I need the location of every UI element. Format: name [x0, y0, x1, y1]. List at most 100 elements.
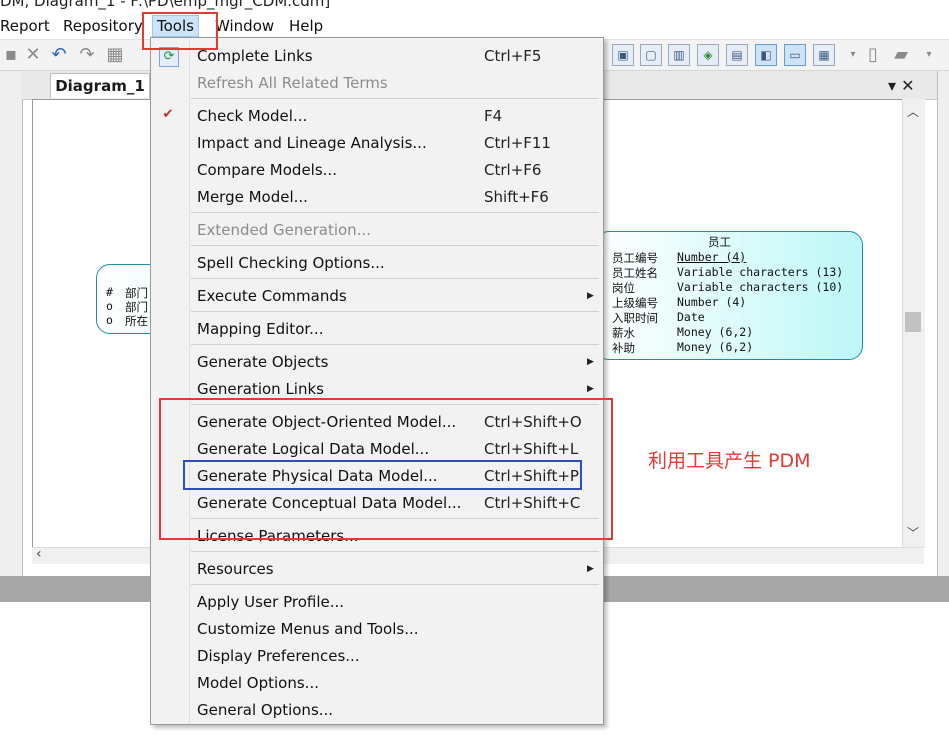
menu-item-display-preferences[interactable]: Display Preferences...: [197, 646, 360, 666]
paste-icon[interactable]: ▦: [104, 44, 126, 66]
shortcut-generate-cdm: Ctrl+Shift+C: [484, 494, 581, 512]
entity-attr-type: Money (6,2): [677, 325, 754, 339]
entity-attr-marker: #: [106, 285, 113, 299]
annotation-text: 利用工具产生 PDM: [648, 450, 811, 472]
entity-attr-name: 薪水: [612, 326, 635, 340]
shortcut-compare-models: Ctrl+F6: [484, 161, 542, 179]
left-dock-panel: [0, 71, 23, 576]
tab-diagram-1[interactable]: Diagram_1: [50, 73, 150, 98]
menu-separator: [191, 98, 599, 99]
submenu-arrow-icon: ▶: [587, 384, 594, 394]
entity-attr-type: Number (4): [677, 295, 747, 309]
menu-item-model-options[interactable]: Model Options...: [197, 673, 319, 693]
toolbar-overflow-icon[interactable]: ▾: [842, 44, 864, 66]
vertical-scroll-thumb[interactable]: [905, 312, 921, 332]
menu-item-generate-ldm[interactable]: Generate Logical Data Model...: [197, 439, 429, 459]
submenu-arrow-icon: ▶: [587, 357, 594, 367]
pages-icon[interactable]: ▥: [668, 44, 690, 66]
menu-tools[interactable]: Tools: [152, 15, 199, 37]
menu-item-generation-links[interactable]: Generation Links: [197, 379, 324, 399]
menu-item-merge-model[interactable]: Merge Model...: [197, 187, 308, 207]
menu-item-general-options[interactable]: General Options...: [197, 700, 333, 720]
menubar: Report Repository Tools Window Help: [0, 13, 949, 40]
menu-item-execute-commands[interactable]: Execute Commands: [197, 286, 347, 306]
menu-item-check-model[interactable]: Check Model...: [197, 106, 307, 126]
zoom-box-icon[interactable]: ▤: [726, 44, 748, 66]
menu-separator: [191, 212, 599, 213]
menu-item-generate-objects[interactable]: Generate Objects: [197, 352, 329, 372]
shortcut-check-model: F4: [484, 107, 503, 125]
submenu-arrow-icon: ▶: [587, 564, 594, 574]
right-dock-panel: [937, 71, 949, 576]
view-icon-active[interactable]: ◧: [755, 44, 777, 66]
menu-item-mapping-editor[interactable]: Mapping Editor...: [197, 319, 323, 339]
scroll-up-icon[interactable]: ︿: [902, 103, 924, 120]
submenu-arrow-icon: ▶: [587, 291, 594, 301]
shortcut-impact-analysis: Ctrl+F11: [484, 134, 551, 152]
entity-employee[interactable]: 员工 员工编号 Number (4) 员工姓名 Variable charact…: [595, 231, 863, 360]
table-icon[interactable]: ▦: [813, 44, 835, 66]
undo-icon[interactable]: ↶: [48, 44, 70, 66]
scroll-down-icon[interactable]: ﹀: [902, 524, 924, 541]
complete-links-icon: ⟳: [159, 47, 179, 67]
menu-item-generate-cdm[interactable]: Generate Conceptual Data Model...: [197, 493, 461, 513]
menu-separator: [191, 518, 599, 519]
menu-separator: [191, 278, 599, 279]
print-icon[interactable]: ▰: [890, 44, 912, 66]
menu-separator: [191, 344, 599, 345]
print-preview-icon[interactable]: ▯: [862, 44, 884, 66]
note-icon[interactable]: ▭: [784, 44, 806, 66]
menu-separator: [191, 311, 599, 312]
entity-attr-type: Number (4): [677, 250, 747, 264]
tools-dropdown-menu: ⟳ Complete Links Ctrl+F5 Refresh All Rel…: [150, 37, 604, 725]
menu-help[interactable]: Help: [289, 16, 323, 36]
menu-item-license-parameters[interactable]: License Parameters...: [197, 526, 358, 546]
shortcut-generate-pdm: Ctrl+Shift+P: [484, 467, 579, 485]
entity-attr-name: 员工编号: [612, 251, 658, 265]
entity-attr-name: 岗位: [612, 281, 635, 295]
menu-report[interactable]: Report: [0, 16, 50, 36]
entity-attr-type: Variable characters (13): [677, 265, 844, 279]
menu-separator: [191, 245, 599, 246]
entity-attr-type: Date: [677, 310, 705, 324]
menu-item-customize-menus[interactable]: Customize Menus and Tools...: [197, 619, 419, 639]
entity-attr-name: 上级编号: [612, 296, 658, 310]
properties-icon[interactable]: ▪: [0, 44, 22, 66]
redo-icon[interactable]: ↷: [76, 44, 98, 66]
page-icon[interactable]: ▢: [640, 44, 662, 66]
menu-item-apply-user-profile[interactable]: Apply User Profile...: [197, 592, 344, 612]
menu-item-spell-checking[interactable]: Spell Checking Options...: [197, 253, 385, 273]
menu-separator: [191, 551, 599, 552]
menu-window[interactable]: Window: [215, 16, 274, 36]
menu-icon-gutter: [151, 38, 190, 724]
toolbar-overflow-2-icon[interactable]: ▾: [918, 44, 940, 66]
check-model-icon: ✔: [162, 107, 174, 122]
entity-attr-name: 员工姓名: [612, 266, 658, 280]
entity-attr-name: 所在: [125, 314, 148, 328]
entity-attr-name: 入职时间: [612, 311, 658, 325]
entity-attr-type: Variable characters (10): [677, 280, 844, 294]
shortcut-merge-model: Shift+F6: [484, 188, 549, 206]
entity-attr-marker: o: [106, 299, 113, 313]
layout-icon[interactable]: ▣: [612, 44, 634, 66]
menu-repository[interactable]: Repository: [63, 16, 143, 36]
menu-separator: [191, 404, 599, 405]
menu-item-impact-analysis[interactable]: Impact and Lineage Analysis...: [197, 133, 427, 153]
entity-title: 员工: [708, 235, 731, 249]
menu-item-generate-pdm[interactable]: Generate Physical Data Model...: [197, 466, 438, 486]
menu-item-complete-links[interactable]: Complete Links: [197, 46, 313, 66]
menu-item-generate-oom[interactable]: Generate Object-Oriented Model...: [197, 412, 456, 432]
entity-attr-marker: o: [106, 313, 113, 327]
entity-attr-type: Money (6,2): [677, 340, 754, 354]
shortcut-generate-oom: Ctrl+Shift+O: [484, 413, 582, 431]
delete-icon[interactable]: ✕: [22, 44, 44, 66]
pane-controls[interactable]: ▾ ✕: [888, 76, 915, 95]
shortcut-generate-ldm: Ctrl+Shift+L: [484, 440, 579, 458]
menu-separator: [191, 584, 599, 585]
menu-item-compare-models[interactable]: Compare Models...: [197, 160, 337, 180]
menu-item-resources[interactable]: Resources: [197, 559, 274, 579]
menu-item-refresh-terms: Refresh All Related Terms: [197, 74, 388, 92]
scroll-left-icon[interactable]: ‹: [36, 546, 42, 562]
generate-icon[interactable]: ◈: [697, 44, 719, 66]
entity-attr-name: 补助: [612, 341, 635, 355]
